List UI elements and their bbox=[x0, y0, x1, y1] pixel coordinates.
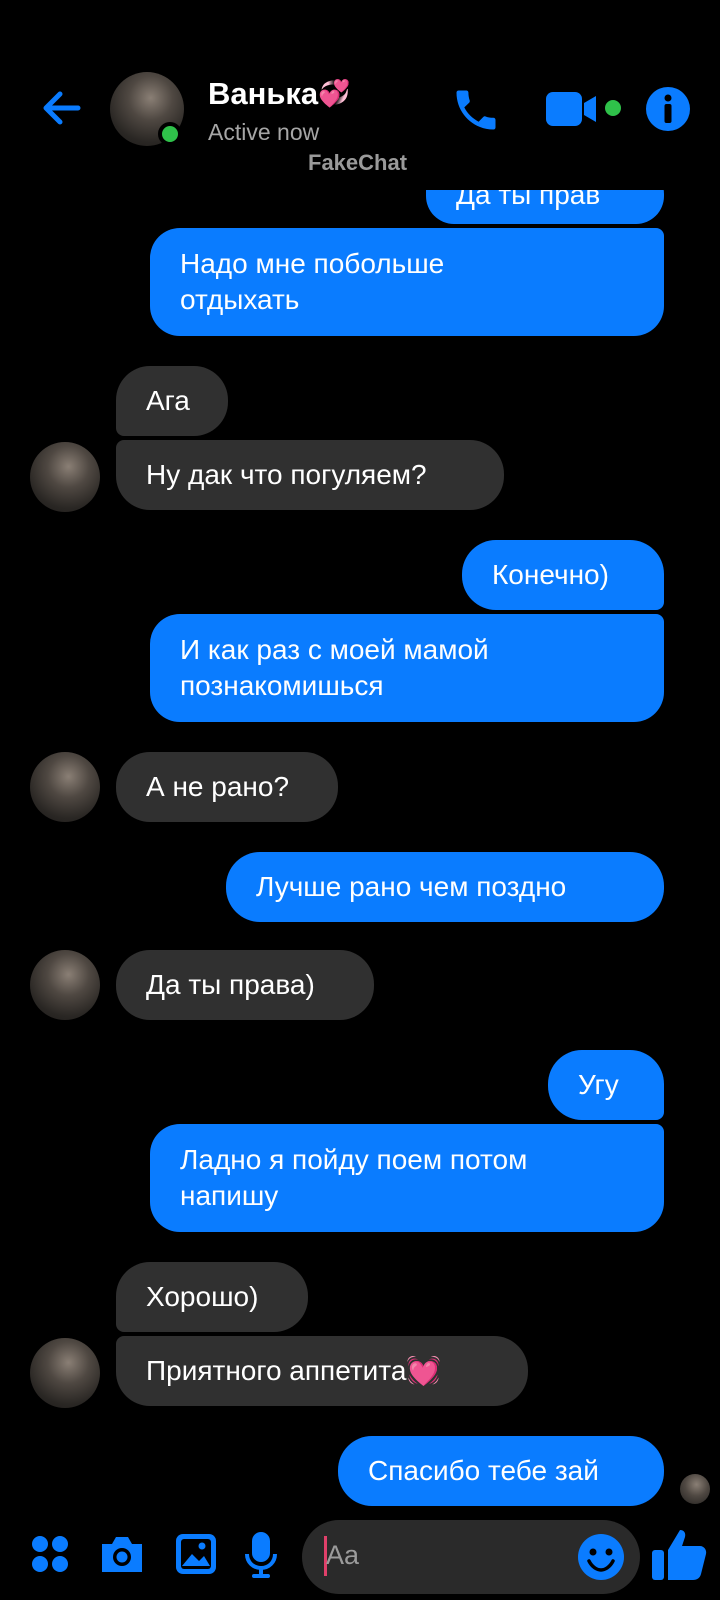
message-bubble-outgoing[interactable]: Угу bbox=[548, 1050, 664, 1120]
sender-avatar bbox=[30, 950, 100, 1020]
message-input-placeholder: Aa bbox=[326, 1540, 360, 1570]
message-bubble-incoming[interactable]: Хорошо) bbox=[116, 1262, 308, 1332]
contact-name[interactable]: Ванька bbox=[208, 76, 318, 112]
apps-grid-icon[interactable] bbox=[30, 1534, 70, 1574]
image-icon[interactable] bbox=[174, 1532, 218, 1576]
video-online-dot bbox=[605, 100, 621, 116]
sender-avatar bbox=[30, 1338, 100, 1408]
online-indicator bbox=[158, 122, 182, 146]
message-bubble-outgoing[interactable]: Спасибо тебе зай bbox=[338, 1436, 664, 1506]
heart-emoji: 💞 bbox=[318, 78, 351, 108]
seen-receipt-avatar bbox=[680, 1474, 710, 1504]
message-bubble-incoming[interactable]: Ага bbox=[116, 366, 228, 436]
thumbs-up-icon[interactable] bbox=[650, 1524, 710, 1584]
emoji-icon[interactable] bbox=[576, 1532, 626, 1582]
message-bubble-incoming[interactable]: А не рано? bbox=[116, 752, 338, 822]
message-bubble-incoming[interactable]: Да ты права) bbox=[116, 950, 374, 1020]
message-bubble-outgoing[interactable]: Ладно я пойду поем потом напишу bbox=[150, 1124, 664, 1232]
microphone-icon[interactable] bbox=[244, 1530, 278, 1580]
message-bubble-incoming[interactable]: Приятного аппетита💓 bbox=[116, 1336, 528, 1406]
sender-avatar bbox=[30, 752, 100, 822]
back-arrow-icon[interactable] bbox=[38, 84, 86, 132]
message-bubble-outgoing[interactable]: И как раз с моей мамой познакомишься bbox=[150, 614, 664, 722]
phone-icon[interactable] bbox=[450, 84, 502, 136]
message-bubble-incoming[interactable]: Ну дак что погуляем? bbox=[116, 440, 504, 510]
watermark: FakeChat bbox=[308, 150, 408, 175]
message-bubble-outgoing[interactable]: Лучше рано чем поздно bbox=[226, 852, 664, 922]
message-bubble-outgoing[interactable]: Конечно) bbox=[462, 540, 664, 610]
info-icon[interactable] bbox=[644, 85, 692, 133]
active-status: Active now bbox=[208, 119, 320, 145]
chat-header: Ванька 💞 Active now FakeChat bbox=[0, 0, 720, 190]
sender-avatar bbox=[30, 442, 100, 512]
camera-icon[interactable] bbox=[98, 1532, 146, 1576]
video-camera-icon[interactable] bbox=[544, 88, 604, 130]
message-bubble-outgoing[interactable]: Надо мне побольше отдыхать bbox=[150, 228, 664, 336]
